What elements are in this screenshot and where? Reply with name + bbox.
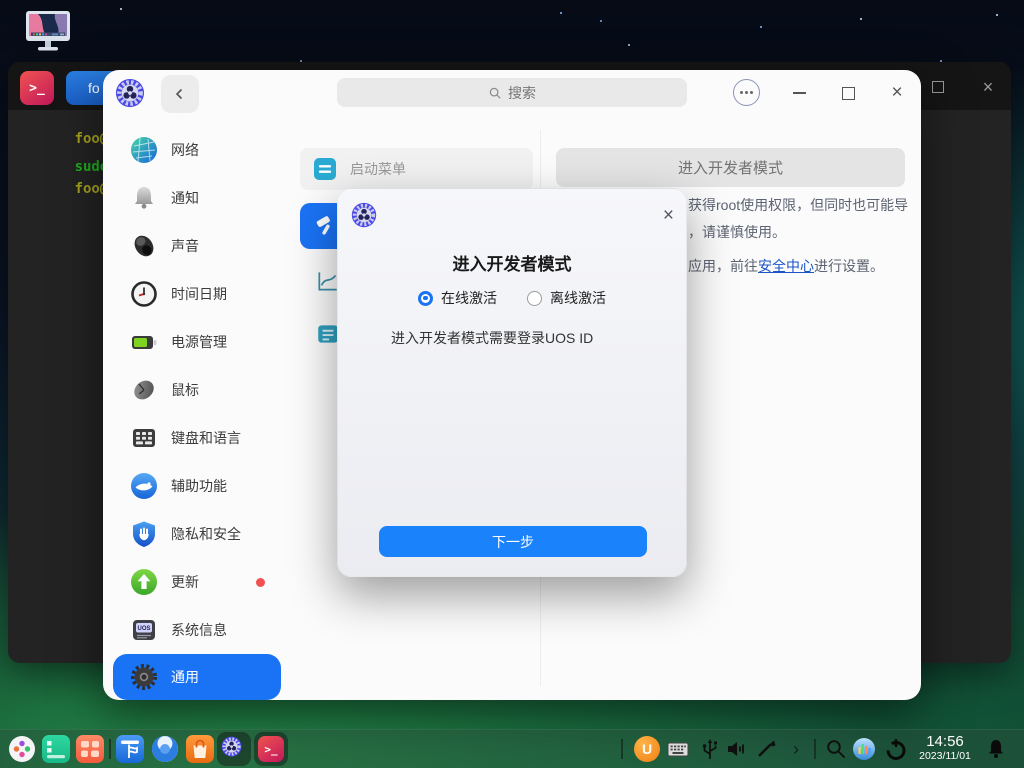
dialog-hint-text: 进入开发者模式需要登录UOS ID — [391, 328, 593, 348]
back-button[interactable] — [161, 75, 199, 113]
notes-app-icon[interactable] — [42, 735, 70, 763]
sidebar-item-power[interactable]: 电源管理 — [113, 318, 281, 366]
sidebar-item-mouse[interactable]: 鼠标 — [113, 366, 281, 414]
boot-menu-label: 启动菜单 — [350, 159, 406, 179]
update-icon — [130, 568, 158, 596]
search-input[interactable]: 搜索 — [337, 78, 687, 107]
sidebar-item-accessibility[interactable]: 辅助功能 — [113, 462, 281, 510]
sidebar-item-network[interactable]: 网络 — [113, 126, 281, 174]
computer-desktop-icon[interactable] — [24, 10, 72, 52]
developer-mode-dialog: × 进入开发者模式 在线激活 离线激活 进入开发者模式需要登录UOS ID 下一… — [337, 188, 687, 577]
control-center-logo-icon — [115, 78, 145, 108]
sidebar-item-datetime[interactable]: 时间日期 — [113, 270, 281, 318]
volume-tray-icon[interactable] — [724, 737, 748, 761]
control-center-logo-icon — [221, 736, 247, 762]
keyboard-icon — [130, 424, 158, 452]
app-store-icon[interactable] — [186, 735, 214, 763]
tray-separator — [814, 739, 816, 759]
minimize-button[interactable] — [784, 78, 814, 108]
shutdown-tray-icon[interactable] — [884, 737, 908, 761]
usb-tray-icon[interactable] — [698, 737, 722, 761]
notification-bell-icon — [130, 184, 158, 212]
sidebar-item-system-info[interactable]: UOS 系统信息 — [113, 606, 281, 654]
sidebar-item-privacy[interactable]: 隐私和安全 — [113, 510, 281, 558]
multitasking-view-icon[interactable] — [76, 735, 104, 763]
launcher-icon[interactable] — [8, 735, 36, 763]
battery-icon — [130, 328, 158, 356]
hammer-icon — [314, 214, 338, 238]
radio-online-activation[interactable]: 在线激活 — [418, 288, 497, 308]
sidebar-item-notification[interactable]: 通知 — [113, 174, 281, 222]
grand-search-tray-icon[interactable] — [852, 737, 876, 761]
search-icon — [488, 86, 502, 100]
sound-speaker-icon — [130, 232, 158, 260]
terminal-close-button[interactable]: × — [977, 76, 999, 98]
terminal-app-icon: >_ — [20, 71, 54, 105]
terminal-maximize-button[interactable] — [927, 76, 949, 98]
boot-menu-row[interactable]: 启动菜单 — [300, 148, 533, 190]
terminal-taskbar-item-active[interactable]: >_ — [254, 732, 288, 766]
boot-menu-icon — [314, 158, 336, 180]
taskbar-separator — [109, 739, 111, 759]
dialog-close-button[interactable]: × — [663, 205, 674, 227]
radio-unselected-icon — [527, 291, 542, 306]
gear-icon — [130, 663, 158, 691]
accessibility-icon — [130, 472, 158, 500]
activation-radio-group: 在线激活 离线激活 — [338, 288, 686, 308]
radio-offline-activation[interactable]: 离线激活 — [527, 288, 606, 308]
notification-center-bell-icon[interactable] — [984, 737, 1008, 761]
search-tray-icon[interactable] — [824, 737, 848, 761]
uos-system-info-icon: UOS — [130, 616, 158, 644]
uos-id-tray-icon[interactable]: U — [634, 736, 660, 762]
security-center-link[interactable]: 安全中心 — [758, 258, 814, 274]
screenshot-pen-tray-icon[interactable] — [754, 737, 778, 761]
taskbar: >_ U › 14:56 2023/11/01 — [0, 729, 1024, 768]
sidebar-item-sound[interactable]: 声音 — [113, 222, 281, 270]
privacy-shield-icon — [130, 520, 158, 548]
search-placeholder: 搜索 — [508, 83, 536, 103]
terminal-app-icon: >_ — [258, 736, 284, 762]
next-step-button[interactable]: 下一步 — [379, 526, 647, 557]
update-badge-dot — [256, 578, 265, 587]
radio-selected-icon — [418, 291, 433, 306]
sidebar-item-update[interactable]: 更新 — [113, 558, 281, 606]
close-button[interactable]: × — [882, 78, 912, 108]
developer-mode-description: 应用，前往安全中心进行设置。 — [688, 256, 884, 276]
clock-icon — [130, 280, 158, 308]
chevron-left-icon — [173, 87, 187, 101]
sidebar-item-keyboard[interactable]: 键盘和语言 — [113, 414, 281, 462]
desktop: >_ fo × foo@foo-PC sudo: 无ro foo@foo-PC … — [0, 0, 1024, 768]
control-center-taskbar-item-active[interactable] — [217, 732, 251, 766]
developer-mode-description: 获得root使用权限，但同时也可能导 — [688, 195, 908, 215]
keyboard-layout-tray-icon[interactable] — [666, 737, 690, 761]
window-menu-button[interactable] — [733, 79, 760, 106]
clock-date: 2023/11/01 — [912, 750, 978, 762]
starfield — [0, 0, 2, 2]
control-center-logo-icon — [351, 202, 377, 228]
clock-time: 14:56 — [912, 733, 978, 750]
enter-developer-mode-button[interactable]: 进入开发者模式 — [556, 148, 905, 187]
browser-icon[interactable] — [151, 735, 179, 763]
file-manager-icon[interactable] — [116, 735, 144, 763]
dialog-title: 进入开发者模式 — [338, 250, 686, 275]
taskbar-clock[interactable]: 14:56 2023/11/01 — [912, 733, 978, 762]
svg-text:UOS: UOS — [137, 626, 150, 632]
sidebar-item-general[interactable]: 通用 — [113, 654, 281, 700]
maximize-button[interactable] — [833, 78, 863, 108]
tray-expand-chevron[interactable]: › — [786, 735, 806, 763]
tray-separator — [621, 739, 623, 759]
network-icon — [130, 136, 158, 164]
terminal-tab-label: fo — [88, 80, 100, 96]
mouse-icon — [130, 376, 158, 404]
developer-mode-description: ，请谨慎使用。 — [688, 222, 786, 242]
